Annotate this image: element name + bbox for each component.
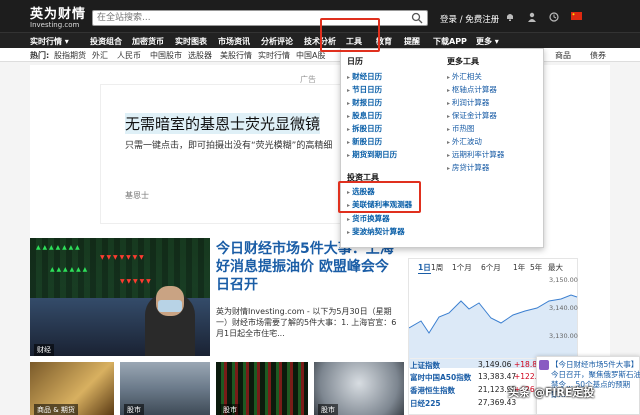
nav-tools[interactable]: 工具 (346, 36, 362, 47)
y-label: 3,130.00 (549, 332, 578, 340)
menu-item-fed-rate-monitor[interactable]: 美联储利率观测器 (347, 199, 412, 210)
menu-heading-calendars: 日历 (347, 57, 363, 66)
nav-portfolio[interactable]: 投资组合 (90, 36, 122, 47)
tab-1w[interactable]: 1周 (431, 262, 443, 273)
site-logo[interactable]: 英为财情 Investing.com (30, 3, 86, 29)
nav-analysis[interactable]: 分析评论 (261, 36, 293, 47)
index-name[interactable]: 上证指数 (410, 360, 440, 371)
hot-link[interactable]: 美股行情 (220, 50, 252, 61)
news-image[interactable]: ▲ ▲ ▲ ▲ ▲ ▲ ▲ ▼ ▼ ▼ ▼ ▼ ▼ ▼ ▲ ▲ ▲ ▲ ▲ ▲ … (30, 238, 210, 356)
menu-item[interactable]: 货币换算器 (347, 213, 390, 224)
index-chart[interactable] (409, 273, 579, 368)
hot-link[interactable]: 外汇 (92, 50, 108, 61)
menu-item[interactable]: 币热图 (447, 123, 475, 134)
index-value: 3,149.06 (478, 360, 512, 369)
nav-download-app[interactable]: 下载APP (433, 36, 467, 47)
menu-item[interactable]: 枢轴点计算器 (447, 84, 497, 95)
menu-item[interactable]: 外汇相关 (447, 71, 482, 82)
nav-news[interactable]: 市场资讯 (218, 36, 250, 47)
user-icon[interactable] (527, 12, 537, 22)
china-flag-icon[interactable] (571, 12, 582, 22)
nav-education[interactable]: 教育 (376, 36, 392, 47)
menu-item[interactable]: 财经日历 (347, 71, 382, 82)
hot-link[interactable]: 商品 (555, 50, 571, 61)
bell-icon[interactable] (505, 12, 515, 22)
nav-technical[interactable]: 技术分析 (304, 36, 336, 47)
image-tag[interactable]: 财经 (34, 344, 54, 356)
ad-description: 只需一键点击，即可拍摄出没有“荧光模糊”的高精细 (125, 141, 333, 151)
ad-title[interactable]: 无需暗室的基恩士荧光显微镜 (125, 113, 321, 134)
tab-max[interactable]: 最大 (548, 262, 563, 273)
menu-item[interactable]: 利润计算器 (447, 97, 490, 108)
menu-item[interactable]: 远期利率计算器 (447, 149, 505, 160)
hot-label: 热门: (30, 51, 50, 60)
menu-item[interactable]: 新股日历 (347, 136, 382, 147)
thumbnail[interactable]: 股市 (216, 362, 308, 415)
news-headline[interactable]: 今日财经市场5件大事：上海好消息提振油价 欧盟峰会今日召开 (216, 240, 402, 294)
menu-item[interactable]: 斐波纳契计算器 (347, 226, 405, 237)
hot-link[interactable]: 实时行情 (258, 50, 290, 61)
top-bar: 英为财情 Investing.com 登录 / 免费注册 (0, 0, 640, 32)
index-name[interactable]: 日经225 (410, 398, 441, 409)
index-name[interactable]: 富时中国A50指数 (410, 372, 471, 383)
hot-link[interactable]: 中国股市 (150, 50, 182, 61)
news-icon (539, 360, 549, 370)
thumbnail[interactable]: 股市 (120, 362, 210, 415)
news-summary: 英为财情Investing.com - 以下为5月30日（星期一）财经市场需要了… (216, 307, 397, 338)
menu-heading-investing-tools: 投资工具 (347, 173, 379, 182)
hot-links-bar: 热门: 股指期货 外汇 人民币 中国股市 选股器 美股行情 实时行情 中国A股 … (0, 48, 640, 62)
tools-dropdown-menu: 日历 财经日历 节日日历 财报日历 股息日历 拆股日历 新股日历 期货到期日历 … (340, 48, 544, 248)
nav-realtime-quotes[interactable]: 实时行情 ▾ (30, 36, 69, 47)
menu-heading-more-tools: 更多工具 (447, 57, 479, 66)
menu-item[interactable]: 节日日历 (347, 84, 382, 95)
y-label: 3,140.00 (549, 304, 578, 312)
menu-item[interactable]: 拆股日历 (347, 123, 382, 134)
hot-link[interactable]: 人民币 (117, 50, 141, 61)
tab-5y[interactable]: 5年 (530, 262, 542, 273)
search-box[interactable] (92, 10, 428, 26)
thumbnail-tag: 股市 (124, 404, 144, 415)
menu-item[interactable]: 期货到期日历 (347, 149, 397, 160)
thumbnail-tag: 股市 (318, 404, 338, 415)
clock-icon[interactable] (549, 12, 559, 22)
tab-6m[interactable]: 6个月 (481, 262, 501, 273)
login-register-link[interactable]: 登录 / 免费注册 (440, 13, 499, 25)
search-input[interactable] (93, 11, 393, 25)
logo-text: 英为财情 (30, 7, 87, 22)
ad-brand: 基恩士 (125, 191, 149, 200)
nav-alerts[interactable]: 提醒 (404, 36, 420, 47)
menu-item[interactable]: 财报日历 (347, 97, 382, 108)
nav-charts[interactable]: 实时图表 (175, 36, 207, 47)
tab-1d[interactable]: 1日 (418, 262, 431, 274)
thumbnail[interactable]: 商品 & 期货 (30, 362, 114, 415)
menu-item[interactable]: 保证金计算器 (447, 110, 497, 121)
nav-crypto[interactable]: 加密货币 (132, 36, 164, 47)
logo-subtext: Investing.com (30, 21, 80, 29)
hot-link[interactable]: 债券 (590, 50, 606, 61)
top-icons (505, 12, 595, 24)
menu-item-stock-screener[interactable]: 选股器 (347, 186, 375, 197)
tab-1y[interactable]: 1年 (513, 262, 525, 273)
thumbnail[interactable]: 股市 (314, 362, 404, 415)
thumbnail-tag: 股市 (220, 404, 240, 415)
nav-more[interactable]: 更多 ▾ (476, 36, 499, 47)
hot-link[interactable]: 选股器 (188, 50, 212, 61)
tab-1m[interactable]: 1个月 (452, 262, 472, 273)
watermark: 头条 @FIRE定投 (508, 386, 595, 399)
menu-item[interactable]: 股息日历 (347, 110, 382, 121)
face-mask (158, 300, 182, 312)
index-name[interactable]: 香港恒生指数 (410, 385, 455, 396)
index-value: 13,383.47 (478, 372, 517, 381)
main-nav: 实时行情 ▾ 投资组合 加密货币 实时图表 市场资讯 分析评论 技术分析 工具 … (0, 32, 640, 48)
search-icon[interactable] (411, 12, 423, 24)
thumbnail-tag: 商品 & 期货 (34, 404, 78, 415)
menu-item[interactable]: 房贷计算器 (447, 162, 490, 173)
y-label: 3,150.00 (549, 276, 578, 284)
hot-link[interactable]: 股指期货 (54, 50, 86, 61)
menu-item[interactable]: 外汇波动 (447, 136, 482, 147)
hot-link[interactable]: 中国A股 (296, 50, 325, 61)
